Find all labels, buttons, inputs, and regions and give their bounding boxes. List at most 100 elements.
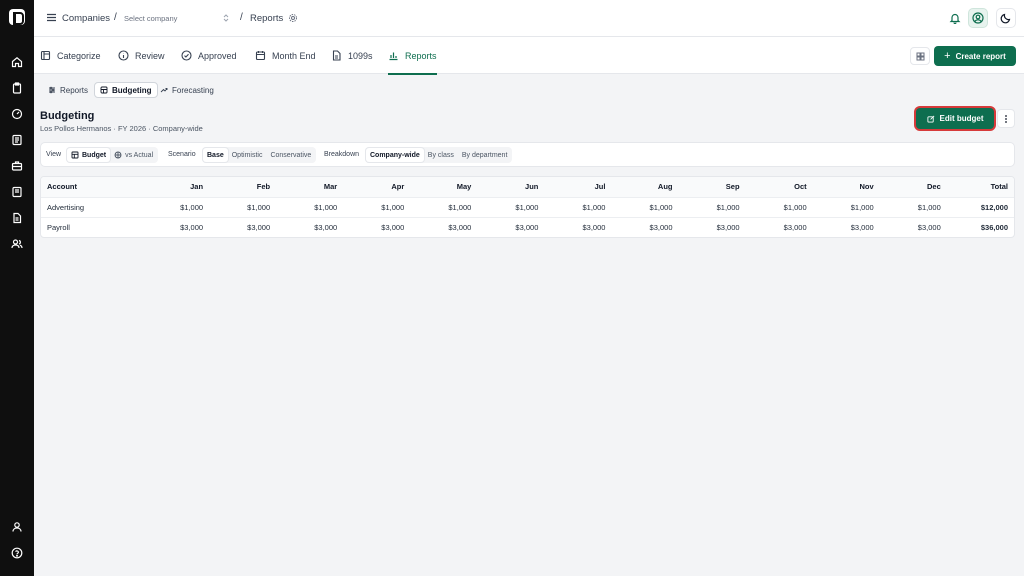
column-header: Oct <box>745 177 813 198</box>
column-header: Sep <box>678 177 746 198</box>
tab-reports[interactable]: Reports <box>388 37 437 75</box>
bar-chart-icon <box>389 52 398 61</box>
column-header: Mar <box>276 177 344 198</box>
edit-budget-button[interactable]: Edit budget <box>916 108 994 129</box>
amount-cell: $3,000 <box>448 222 472 232</box>
scenario-option-conservative[interactable]: Conservative <box>266 148 315 162</box>
check-circle-icon <box>181 50 192 61</box>
tab-label: 1099s <box>348 50 373 61</box>
company-select[interactable]: Select company <box>124 14 177 23</box>
bell-icon[interactable] <box>945 8 965 28</box>
amount-cell: $1,000 <box>276 197 344 218</box>
create-report-button[interactable]: + Create report <box>934 46 1016 66</box>
user-avatar-icon[interactable] <box>968 8 988 28</box>
amount-cell: $3,000 <box>381 222 405 232</box>
create-report-label: Create report <box>955 51 1006 61</box>
users-icon[interactable] <box>11 238 23 250</box>
hamburger-menu-icon[interactable] <box>46 12 57 23</box>
home-icon[interactable] <box>11 56 23 68</box>
amount-cell: $1,000 <box>343 197 411 218</box>
table-row[interactable]: Advertising $1,000 $1,000 $1,000 $1,000 … <box>41 197 1014 218</box>
breadcrumb-separator: / <box>114 12 117 23</box>
grid-icon <box>916 52 924 60</box>
app-logo[interactable] <box>9 9 25 25</box>
budget-icon <box>100 86 108 94</box>
amount-cell: $3,000 <box>180 222 204 232</box>
total-cell: $12,000 <box>946 197 1014 218</box>
tab-label: Categorize <box>57 50 101 61</box>
subtab-budgeting[interactable]: Budgeting <box>94 82 158 98</box>
subtab-label: Budgeting <box>112 85 152 95</box>
filter-bar: View Budget vs Actual Scenario Base Opti… <box>40 142 1015 167</box>
column-header: Account <box>41 177 142 198</box>
breadcrumb-reports[interactable]: Reports <box>250 13 283 24</box>
tab-review[interactable]: Review <box>118 37 165 74</box>
tab-categorize[interactable]: Categorize <box>40 37 101 74</box>
help-icon[interactable] <box>11 547 23 559</box>
amount-cell: $1,000 <box>544 197 612 218</box>
info-circle-icon <box>118 50 129 61</box>
breakdown-option-by-class[interactable]: By class <box>424 148 458 162</box>
layout-grid-button[interactable] <box>910 47 930 65</box>
ledger-icon[interactable] <box>11 134 23 146</box>
tab-label: Reports <box>405 50 437 61</box>
subtab-forecasting[interactable]: Forecasting <box>155 82 219 98</box>
more-options-button[interactable] <box>997 109 1015 128</box>
invoice-icon[interactable] <box>11 186 23 198</box>
amount-cell: $3,000 <box>582 222 606 232</box>
column-header: Dec <box>879 177 947 198</box>
table-row[interactable]: Payroll $3,000 $3,000 $3,000 $3,000 $3,0… <box>41 217 1014 237</box>
briefcase-icon[interactable] <box>11 160 23 172</box>
breadcrumb-companies[interactable]: Companies <box>62 13 110 24</box>
column-header: Jan <box>142 177 210 198</box>
report-doc-icon[interactable] <box>11 212 23 224</box>
view-option-vs-actual[interactable]: vs Actual <box>110 148 157 162</box>
budget-table: Account Jan Feb Mar Apr May Jun Jul Aug … <box>40 176 1015 238</box>
tab-approved[interactable]: Approved <box>181 37 237 74</box>
gauge-icon[interactable] <box>11 108 23 120</box>
column-header: Nov <box>812 177 880 198</box>
tab-label: Review <box>135 50 165 61</box>
breakdown-option-company-wide[interactable]: Company-wide <box>366 148 424 162</box>
amount-cell: $1,000 <box>678 197 746 218</box>
scenario-option-base[interactable]: Base <box>203 148 228 162</box>
tab-month-end[interactable]: Month End <box>255 37 316 74</box>
moon-icon[interactable] <box>996 8 1016 28</box>
scenario-segmented-control: Base Optimistic Conservative <box>202 147 317 163</box>
tab-1099s[interactable]: 1099s <box>331 37 373 74</box>
amount-cell: $1,000 <box>477 197 545 218</box>
column-header: Jun <box>477 177 545 198</box>
chevron-updown-icon[interactable] <box>222 13 230 23</box>
gear-icon[interactable] <box>288 13 298 23</box>
option-label: Budget <box>82 151 107 159</box>
page-subtitle: Los Pollos Hermanos · FY 2026 · Company-… <box>40 124 203 133</box>
amount-cell: $3,000 <box>247 222 271 232</box>
page-title: Budgeting <box>40 110 95 122</box>
total-cell: $36,000 <box>980 222 1008 232</box>
sidebar <box>0 0 34 576</box>
amount-cell: $1,000 <box>142 197 210 218</box>
breakdown-option-by-department[interactable]: By department <box>458 148 512 162</box>
subtab-label: Reports <box>60 85 89 95</box>
main-nav: Categorize Review Approved Month End 109… <box>34 37 1024 75</box>
subtab-label: Forecasting <box>172 85 214 95</box>
account-icon[interactable] <box>11 521 23 533</box>
column-header: Jul <box>544 177 612 198</box>
amount-cell: $3,000 <box>850 222 874 232</box>
view-segmented-control: Budget vs Actual <box>66 147 159 163</box>
plus-icon: + <box>944 49 951 62</box>
table-icon <box>71 151 79 159</box>
option-label: vs Actual <box>125 151 154 159</box>
account-cell: Payroll <box>47 222 70 232</box>
breakdown-segmented-control: Company-wide By class By department <box>365 147 513 163</box>
breadcrumb-separator: / <box>240 12 243 23</box>
edit-icon <box>926 115 934 123</box>
breakdown-label: Breakdown <box>324 151 360 158</box>
scenario-option-optimistic[interactable]: Optimistic <box>228 148 267 162</box>
clipboard-icon[interactable] <box>11 82 23 94</box>
edit-budget-label: Edit budget <box>939 114 984 123</box>
column-header: May <box>410 177 478 198</box>
view-option-budget[interactable]: Budget <box>67 148 111 162</box>
amount-cell: $1,000 <box>410 197 478 218</box>
subtab-reports[interactable]: Reports <box>43 82 93 98</box>
